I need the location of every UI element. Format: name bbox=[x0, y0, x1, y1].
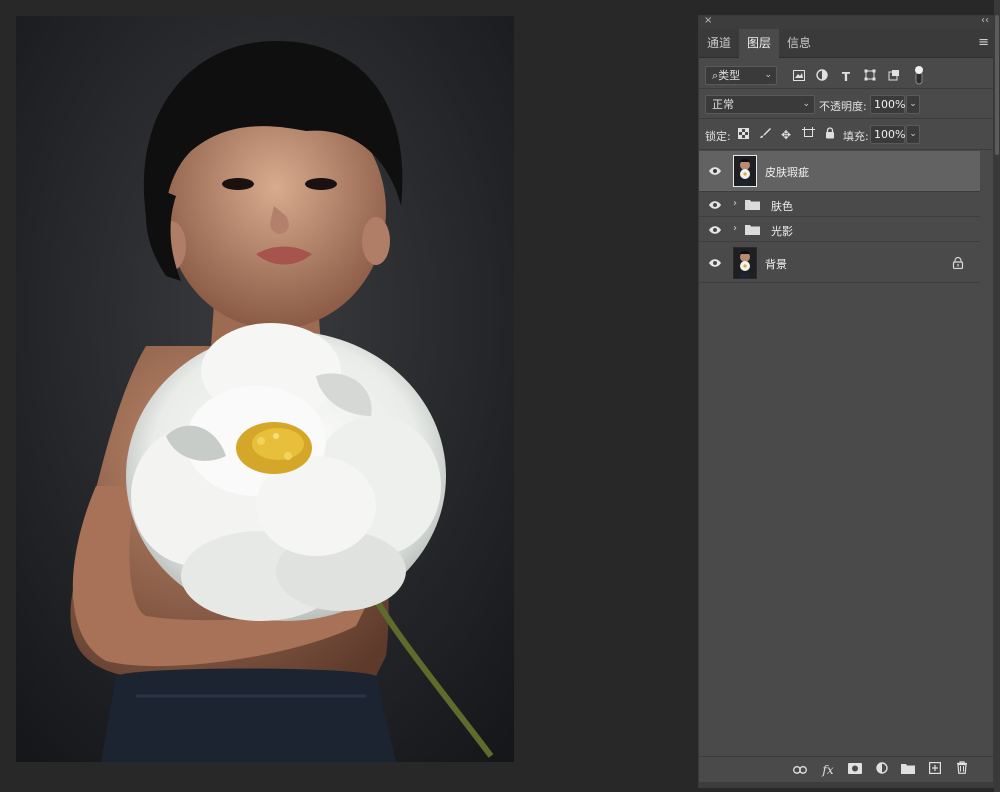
close-panel-button[interactable]: × bbox=[704, 15, 712, 26]
opacity-dropdown-button[interactable]: ⌄ bbox=[906, 95, 920, 114]
adjustment-layer-icon[interactable] bbox=[873, 761, 891, 779]
chevron-down-icon: ⌄ bbox=[802, 99, 810, 109]
tab-info[interactable]: 信息 bbox=[779, 29, 819, 58]
new-layer-icon[interactable] bbox=[926, 761, 944, 779]
opacity-label: 不透明度: bbox=[819, 100, 867, 113]
lock-icon bbox=[952, 257, 964, 269]
eye-icon[interactable] bbox=[708, 166, 722, 176]
fx-icon[interactable]: fx bbox=[819, 761, 837, 779]
shape-filter-icon[interactable] bbox=[862, 69, 878, 85]
lock-image-icon[interactable] bbox=[757, 127, 773, 143]
layer-name: 光影 bbox=[771, 225, 793, 238]
panel-tabs: 通道 图层 信息 ≡ bbox=[699, 29, 993, 58]
panel-bottom-strip bbox=[699, 782, 993, 788]
layer-row-skin-blemish[interactable]: 皮肤瑕疵 bbox=[699, 151, 980, 192]
lock-transparent-icon[interactable] bbox=[735, 127, 751, 143]
type-filter-icon[interactable]: T bbox=[838, 69, 854, 85]
layer-name: 肤色 bbox=[771, 200, 793, 213]
chevron-right-icon[interactable]: › bbox=[733, 198, 737, 209]
folder-icon bbox=[745, 225, 760, 235]
delete-layer-icon[interactable] bbox=[953, 761, 971, 779]
folder-icon bbox=[745, 200, 760, 210]
layer-row-background[interactable]: 背景 bbox=[699, 243, 980, 283]
layer-row-light-shadow-group[interactable]: › 光影 bbox=[699, 218, 980, 242]
lock-position-icon[interactable]: ✥ bbox=[778, 127, 794, 143]
adjustment-filter-icon[interactable] bbox=[814, 69, 830, 85]
fill-label: 填充: bbox=[843, 130, 869, 143]
layer-filter-row: ⌕类型 ⌄ T bbox=[699, 59, 993, 89]
filter-kind-label: 类型 bbox=[718, 69, 741, 82]
layer-row-skin-tone-group[interactable]: › 肤色 bbox=[699, 193, 980, 217]
blend-mode-row: 正常 ⌄ 不透明度: 100% ⌄ bbox=[699, 90, 993, 119]
document-canvas[interactable] bbox=[16, 16, 514, 762]
photoshop-workspace: × ‹‹ 通道 图层 信息 ≡ ⌕类型 ⌄ T 正常 ⌄ 不透明度: 100% … bbox=[0, 0, 1000, 792]
layer-thumbnail bbox=[733, 247, 757, 279]
chevron-right-icon[interactable]: › bbox=[733, 223, 737, 234]
lock-label: 锁定: bbox=[705, 130, 731, 143]
portrait-photo bbox=[16, 16, 514, 762]
link-layers-icon[interactable] bbox=[791, 761, 809, 779]
hamburger-menu-icon[interactable]: ≡ bbox=[978, 35, 989, 50]
filter-kind-dropdown[interactable]: ⌕类型 ⌄ bbox=[705, 66, 777, 85]
layers-panel-footer: fx bbox=[699, 756, 993, 782]
eye-icon[interactable] bbox=[708, 225, 722, 235]
fill-dropdown-button[interactable]: ⌄ bbox=[906, 125, 920, 144]
layer-thumbnail bbox=[733, 155, 757, 187]
add-mask-icon[interactable] bbox=[846, 761, 864, 779]
eye-icon[interactable] bbox=[708, 200, 722, 210]
blend-mode-value: 正常 bbox=[712, 98, 734, 111]
collapse-panel-button[interactable]: ‹‹ bbox=[981, 15, 989, 26]
new-group-icon[interactable] bbox=[899, 761, 917, 779]
lock-all-icon[interactable] bbox=[822, 127, 838, 143]
fill-input[interactable]: 100% bbox=[870, 125, 905, 144]
window-scrollbar-thumb[interactable] bbox=[995, 15, 999, 155]
tab-layers[interactable]: 图层 bbox=[739, 29, 779, 58]
chevron-down-icon: ⌄ bbox=[764, 70, 772, 80]
layer-name: 皮肤瑕疵 bbox=[765, 166, 809, 179]
opacity-input[interactable]: 100% bbox=[870, 95, 905, 114]
filter-toggle-icon[interactable] bbox=[911, 65, 927, 85]
layer-name: 背景 bbox=[765, 258, 787, 271]
tab-channels[interactable]: 通道 bbox=[699, 29, 739, 58]
panel-title-strip: × ‹‹ bbox=[699, 15, 993, 29]
lock-artboard-icon[interactable] bbox=[800, 127, 816, 143]
smart-object-filter-icon[interactable] bbox=[886, 69, 902, 85]
layers-panel: × ‹‹ 通道 图层 信息 ≡ ⌕类型 ⌄ T 正常 ⌄ 不透明度: 100% … bbox=[698, 15, 994, 788]
lock-row: 锁定: ✥ 填充: 100% ⌄ bbox=[699, 120, 993, 150]
eye-icon[interactable] bbox=[708, 258, 722, 268]
image-filter-icon[interactable] bbox=[791, 69, 807, 85]
blend-mode-dropdown[interactable]: 正常 ⌄ bbox=[705, 95, 815, 114]
